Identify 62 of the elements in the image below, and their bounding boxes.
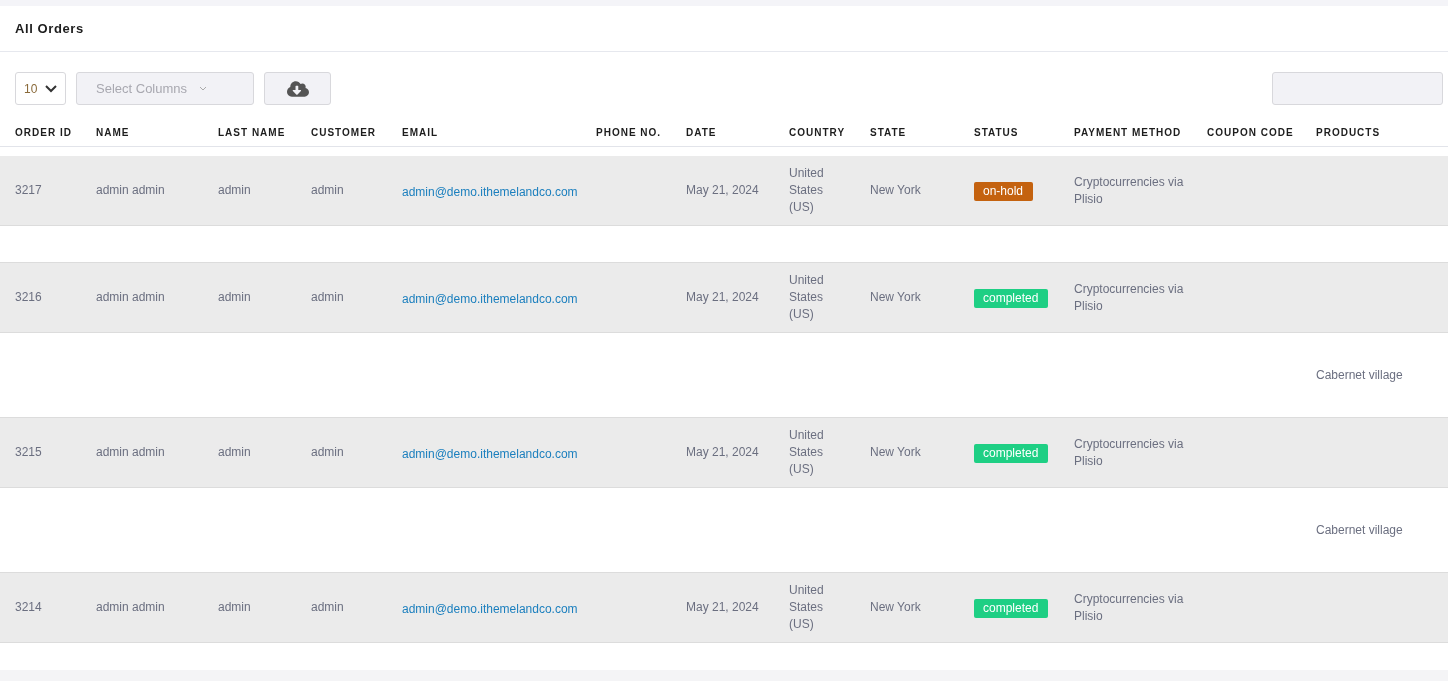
status-badge: completed xyxy=(974,598,1049,618)
last-name-cell-text: admin xyxy=(218,599,252,616)
customer-cell-text: admin xyxy=(311,182,345,199)
date-cell-text: May 21, 2024 xyxy=(686,599,760,616)
name-cell-text: admin admin xyxy=(96,599,166,616)
country-cell-text: United States (US) xyxy=(789,582,825,633)
date-cell-text: May 21, 2024 xyxy=(686,289,760,306)
email-link[interactable]: admin@demo.ithemelandco.com xyxy=(402,601,578,616)
status-badge: on-hold xyxy=(974,181,1034,201)
column-header: COUNTRY xyxy=(789,127,847,140)
state-cell-text: New York xyxy=(870,444,922,461)
column-header: LAST NAME xyxy=(218,127,287,140)
column-header: ORDER ID xyxy=(15,127,73,140)
payment-method-cell-text: Cryptocurrencies via Plisio xyxy=(1074,590,1185,625)
status-badge: completed xyxy=(974,288,1049,308)
customer-cell-text: admin xyxy=(311,444,345,461)
payment-method-cell-text: Cryptocurrencies via Plisio xyxy=(1074,435,1185,470)
page-size-select[interactable]: 10 xyxy=(15,72,66,105)
country-cell-text: United States (US) xyxy=(789,427,825,478)
payment-method-cell-text: Cryptocurrencies via Plisio xyxy=(1074,280,1185,315)
date-cell-text: May 21, 2024 xyxy=(686,182,760,199)
country-cell-text: United States (US) xyxy=(789,165,825,216)
chevron-down-icon xyxy=(199,86,208,91)
page-title: All Orders xyxy=(15,21,84,36)
name-cell-text: admin admin xyxy=(96,289,166,306)
column-header: EMAIL xyxy=(402,127,440,140)
download-button[interactable] xyxy=(264,72,331,105)
chevron-down-icon xyxy=(45,84,57,93)
search-field[interactable] xyxy=(1272,72,1443,105)
column-header: PAYMENT METHOD xyxy=(1074,127,1183,140)
select-columns-dropdown[interactable]: Select Columns xyxy=(76,72,254,105)
column-header: NAME xyxy=(96,127,131,140)
email-link[interactable]: admin@demo.ithemelandco.com xyxy=(402,291,578,306)
column-header: CUSTOMER xyxy=(311,127,378,140)
name-cell-text: admin admin xyxy=(96,444,166,461)
date-cell-text: May 21, 2024 xyxy=(686,444,760,461)
customer-cell-text: admin xyxy=(311,289,345,306)
state-cell-text: New York xyxy=(870,599,922,616)
order-id-cell-text: 3215 xyxy=(15,444,43,461)
email-link[interactable]: admin@demo.ithemelandco.com xyxy=(402,446,578,461)
order-id-cell-text: 3217 xyxy=(15,182,43,199)
order-id-cell-text: 3214 xyxy=(15,599,43,616)
order-id-cell-text: 3216 xyxy=(15,289,43,306)
column-header: STATE xyxy=(870,127,908,140)
status-badge: completed xyxy=(974,443,1049,463)
last-name-cell-text: admin xyxy=(218,444,252,461)
last-name-cell-text: admin xyxy=(218,289,252,306)
name-cell-text: admin admin xyxy=(96,182,166,199)
products-cell-text: Cabernet village xyxy=(1316,522,1404,539)
column-header: PRODUCTS xyxy=(1316,127,1382,140)
payment-method-cell-text: Cryptocurrencies via Plisio xyxy=(1074,173,1185,208)
state-cell-text: New York xyxy=(870,289,922,306)
column-header: COUPON CODE xyxy=(1207,127,1295,140)
column-header: STATUS xyxy=(974,127,1020,140)
last-name-cell-text: admin xyxy=(218,182,252,199)
state-cell-text: New York xyxy=(870,182,922,199)
column-header: PHONE NO. xyxy=(596,127,663,140)
column-header: DATE xyxy=(686,127,718,140)
products-cell-text: Cabernet village xyxy=(1316,367,1404,384)
country-cell-text: United States (US) xyxy=(789,272,825,323)
customer-cell-text: admin xyxy=(311,599,345,616)
email-link[interactable]: admin@demo.ithemelandco.com xyxy=(402,184,578,199)
